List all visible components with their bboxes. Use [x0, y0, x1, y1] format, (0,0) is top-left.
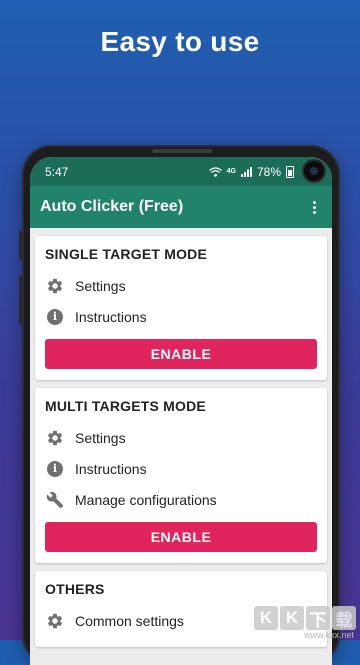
wifi-icon [208, 166, 222, 177]
single-settings-item[interactable]: Settings [45, 270, 317, 301]
gear-icon [45, 611, 65, 631]
battery-percent: 78% [256, 164, 281, 179]
network-type: 4G [226, 168, 236, 175]
watermark-tile: K [254, 606, 278, 630]
settings-label: Settings [75, 277, 126, 294]
info-icon: i [45, 307, 65, 327]
info-icon: i [45, 459, 65, 479]
watermark-tile: 载 [332, 606, 356, 630]
earpiece-speaker [152, 149, 212, 153]
volume-button [19, 230, 22, 260]
app-bar: Auto Clicker (Free) [30, 186, 332, 228]
status-time: 5:47 [45, 164, 69, 179]
gear-icon [45, 276, 65, 296]
single-target-card: SINGLE TARGET MODE Settings i Instructio… [35, 236, 327, 380]
watermark-url: www.kkx.net [303, 630, 354, 640]
multi-target-card: MULTI TARGETS MODE Settings i Instructio… [35, 388, 327, 563]
watermark-tile: K [280, 606, 304, 630]
main-content: SINGLE TARGET MODE Settings i Instructio… [30, 228, 332, 647]
signal-icon [240, 166, 252, 177]
single-enable-button[interactable]: ENABLE [45, 339, 317, 369]
multi-settings-item[interactable]: Settings [45, 422, 317, 453]
settings-label: Settings [75, 429, 126, 446]
overflow-menu-icon[interactable] [306, 200, 322, 214]
manage-configurations-item[interactable]: Manage configurations [45, 484, 317, 515]
phone-frame: 5:47 4G 78% Auto Clicker (Free) SINGLE T… [19, 145, 340, 665]
single-instructions-item[interactable]: i Instructions [45, 301, 317, 332]
watermark-logo: K K 下 载 [254, 606, 356, 630]
card-title: SINGLE TARGET MODE [45, 246, 208, 262]
status-bar: 5:47 4G 78% [30, 157, 332, 186]
common-settings-label: Common settings [75, 612, 184, 629]
card-title: OTHERS [45, 581, 105, 597]
gear-icon [45, 428, 65, 448]
configurations-label: Manage configurations [75, 491, 217, 508]
wrench-icon [45, 490, 65, 510]
multi-enable-button[interactable]: ENABLE [45, 522, 317, 552]
phone-screen: 5:47 4G 78% Auto Clicker (Free) SINGLE T… [30, 157, 332, 665]
multi-instructions-item[interactable]: i Instructions [45, 453, 317, 484]
bixby-button [19, 275, 22, 325]
promo-title: Easy to use [100, 26, 260, 57]
watermark-tile: 下 [306, 606, 330, 630]
app-title: Auto Clicker (Free) [40, 198, 184, 215]
front-camera [304, 161, 324, 181]
instructions-label: Instructions [75, 308, 147, 325]
battery-icon [286, 165, 294, 178]
status-icons: 4G 78% [208, 164, 294, 179]
card-title: MULTI TARGETS MODE [45, 398, 206, 414]
instructions-label: Instructions [75, 460, 147, 477]
